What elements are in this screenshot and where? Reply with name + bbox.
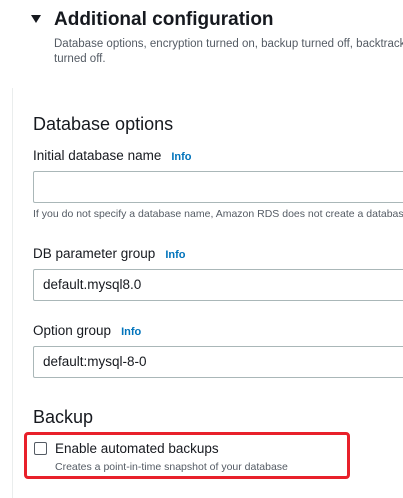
page: Additional configuration Database option… — [0, 0, 403, 498]
option-group-select[interactable]: default:mysql-8-0 — [33, 346, 403, 378]
enable-automated-backups-checkbox[interactable] — [34, 442, 47, 455]
db-parameter-group-select[interactable]: default.mysql8.0 — [33, 269, 403, 301]
additional-configuration-description: Database options, encryption turned on, … — [54, 38, 403, 65]
database-options-heading: Database options — [33, 114, 174, 134]
additional-configuration-title: Additional configuration — [54, 9, 274, 30]
initial-database-name-input[interactable] — [33, 171, 403, 203]
option-group-label: Option group Info — [33, 323, 141, 338]
db-parameter-group-info-link[interactable]: Info — [165, 249, 185, 261]
section-divider — [12, 88, 13, 498]
enable-automated-backups-description: Creates a point-in-time snapshot of your… — [55, 461, 288, 473]
backup-heading: Backup — [33, 407, 94, 427]
option-group-label-text: Option group — [33, 323, 112, 338]
db-parameter-group-label: DB parameter group Info — [33, 246, 185, 261]
option-group-info-link[interactable]: Info — [121, 326, 141, 338]
db-parameter-group-label-text: DB parameter group — [33, 246, 156, 261]
enable-automated-backups-label[interactable]: Enable automated backups — [55, 441, 219, 456]
initial-database-name-info-link[interactable]: Info — [171, 151, 191, 163]
initial-database-name-label: Initial database name Info — [33, 148, 192, 163]
caret-down-icon — [31, 15, 41, 23]
initial-database-name-hint: If you do not specify a database name, A… — [33, 208, 403, 220]
initial-database-name-label-text: Initial database name — [33, 148, 162, 163]
